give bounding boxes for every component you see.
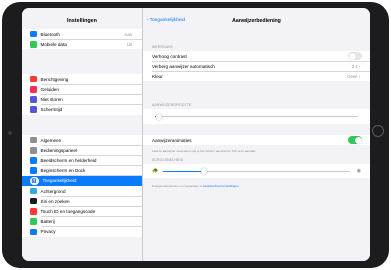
sidebar-item-beginscherm-en-dock[interactable]: Beginscherm en Dock (22, 166, 142, 176)
chevron-right-icon: › (357, 73, 360, 79)
setting-label: Verberg aanwijzer automatisch (152, 63, 215, 69)
speaker-icon (30, 86, 37, 93)
hand-icon (30, 228, 37, 236)
pointer-size-group (143, 109, 370, 124)
accessibility-icon: ♿ (30, 176, 39, 186)
pointer-animations-label: Aanwijzeranimaties (152, 137, 192, 143)
sidebar-group-connectivity: Bluetooth Aan Mobiele data Uit (22, 29, 142, 50)
detail-pane: ‹ Toegankelijkheid Aanwijzerbediening WE… (143, 8, 370, 261)
sidebar-item-label: Geluiden (40, 86, 59, 92)
scroll-speed-slider-knob[interactable] (201, 168, 208, 175)
assistivetouch-footer: Knoppenaanpassen met apparaten in Assist… (152, 184, 239, 188)
pointer-animations-footer: Laat de aanwijzer veranderen als je het … (152, 149, 257, 153)
sidebar-item-privacy[interactable]: Privacy (22, 227, 142, 237)
gear-icon (30, 136, 37, 144)
scroll-speed-slider-fill (163, 170, 205, 172)
text-size-icon (30, 157, 37, 164)
sidebar-item-label: Berichtgeving (40, 76, 69, 82)
pointer-animations-toggle[interactable] (348, 136, 362, 144)
screen: 11:36 Di 13 okt. ◠ 100% Instellingen Blu… (22, 8, 370, 261)
ipad-device: 11:36 Di 13 okt. ◠ 100% Instellingen Blu… (0, 0, 391, 270)
page-title: Aanwijzerbediening (232, 18, 281, 24)
sidebar-item-bedieningspaneel[interactable]: Bedieningspaneel (22, 145, 142, 156)
sidebar-item-siri-en-zoeken[interactable]: Siri en zoeken (22, 196, 142, 207)
sidebar-item-label: Niet storen (40, 96, 63, 102)
bluetooth-icon (30, 30, 37, 38)
sidebar-group-notifications: Berichtgeving Geluiden Niet storen Schermti… (22, 74, 142, 115)
chevron-right-icon: › (357, 63, 360, 69)
setting-label: Verhoog contrast (152, 53, 187, 59)
tortoise-icon: 🐢 (152, 167, 159, 174)
pointer-size-slider-knob[interactable] (156, 113, 163, 120)
sidebar-group-general: Algemeen Bedieningspaneel Beeldscherm en h… (22, 135, 142, 237)
section-header-pointer-size: AANWIJZERGROOTTE (152, 103, 192, 107)
assistivetouch-settings-link[interactable]: AssistiveTouch-instellingen (203, 184, 239, 188)
setting-label: Kleur (152, 73, 163, 79)
setting-value: Geen › (347, 74, 360, 79)
pointer-animations-row[interactable]: Aanwijzeranimaties (143, 135, 370, 145)
sidebar-item-berichtgeving[interactable]: Berichtgeving (22, 74, 142, 85)
switches-icon (30, 147, 37, 154)
fingerprint-icon (30, 208, 37, 215)
battery-icon (30, 218, 37, 225)
home-button[interactable] (372, 125, 384, 137)
sidebar-item-touch-id-en-toegangscode[interactable]: Touch ID en toegangscode (22, 206, 142, 217)
sidebar-item-label: Bluetooth (40, 31, 60, 37)
sidebar-item-label: Beginscherm en Dock (40, 168, 86, 174)
settings-sidebar: Instellingen Bluetooth Aan Mobiele data Uit… (22, 8, 143, 261)
moon-icon (30, 96, 37, 103)
notifications-icon (30, 75, 37, 83)
display-settings-group: Verhoog contrast Verberg aanwijzer automa… (143, 51, 370, 81)
sidebar-item-batterij[interactable]: Batterij (22, 217, 142, 227)
sidebar-item-niet-storen[interactable]: Niet storen (22, 94, 142, 105)
setting-value: 2 s › (352, 64, 360, 69)
sidebar-item-label: Batterij (40, 219, 55, 225)
siri-icon (30, 197, 37, 205)
sidebar-item-algemeen[interactable]: Algemeen (22, 135, 142, 146)
antenna-icon (30, 41, 37, 48)
pointer-size-slider[interactable] (155, 113, 358, 120)
sidebar-item-label: Touch ID en toegangscode (40, 208, 96, 214)
sidebar-item-value: Aan (124, 31, 132, 37)
sidebar-item-schermtijd[interactable]: Schermtijd (22, 105, 142, 115)
wallpaper-icon (30, 187, 37, 195)
setting-row-verberg-aanwijzer-automatisch[interactable]: Verberg aanwijzer automatisch 2 s › (143, 61, 370, 71)
front-camera (8, 131, 12, 135)
pointer-animations-group: Aanwijzeranimaties (143, 135, 370, 145)
sidebar-item-label: Schermtijd (40, 107, 63, 113)
hare-icon: ◉ (356, 167, 361, 174)
sidebar-item-label: Achtergrond (40, 188, 66, 194)
setting-value-text: Geen (347, 73, 358, 79)
grid-icon (30, 167, 37, 174)
sidebar-item-label: Beeldscherm en helderheid (40, 157, 97, 163)
sidebar-item-achtergrond[interactable]: Achtergrond (22, 186, 142, 197)
scroll-speed-group: 🐢 ◉ (143, 164, 370, 178)
setting-row-kleur[interactable]: Kleur Geen › (143, 71, 370, 81)
increase-contrast-toggle[interactable] (348, 52, 362, 60)
hourglass-icon (30, 106, 37, 113)
section-header-scroll-speed: SCROLSNELHEID (152, 158, 184, 162)
sidebar-item-label: Bedieningspaneel (40, 147, 78, 153)
detail-navbar: ‹ Toegankelijkheid Aanwijzerbediening (143, 18, 370, 28)
sidebar-item-geluiden[interactable]: Geluiden (22, 84, 142, 95)
sidebar-item-label: Toegankelijkheid (42, 178, 77, 184)
sidebar-item-label: Mobiele data (40, 41, 67, 47)
section-header-display: WEERGAVE (152, 45, 173, 49)
sidebar-item-mobiele-data[interactable]: Mobiele data Uit (22, 39, 142, 49)
sidebar-item-toegankelijkheid[interactable]: ♿ Toegankelijkheid (22, 175, 142, 186)
scroll-speed-slider[interactable] (163, 168, 350, 175)
setting-row-verhoog-contrast[interactable]: Verhoog contrast (143, 51, 370, 61)
sidebar-item-value: Uit (126, 41, 132, 47)
sidebar-item-beeldscherm-en-helderheid[interactable]: Beeldscherm en helderheid (22, 155, 142, 166)
sidebar-item-label: Siri en zoeken (40, 198, 70, 204)
sidebar-item-label: Privacy (40, 229, 56, 235)
sidebar-item-bluetooth[interactable]: Bluetooth Aan (22, 29, 142, 40)
sidebar-item-label: Algemeen (40, 137, 62, 143)
sidebar-title: Instellingen (67, 18, 97, 24)
